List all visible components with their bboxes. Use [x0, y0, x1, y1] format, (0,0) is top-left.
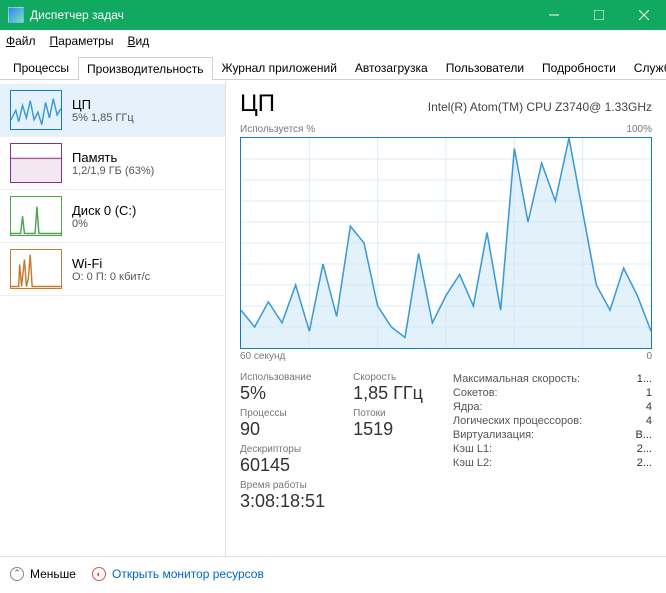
resource-monitor-icon: ◐: [92, 567, 106, 581]
processes-label: Процессы: [240, 408, 325, 419]
titlebar: Диспетчер задач: [0, 0, 666, 30]
chart-top-left-label: Используется %: [240, 124, 315, 135]
usage-label: Использование: [240, 372, 325, 383]
menubar: Файл Параметры Вид: [0, 30, 666, 52]
usage-value: 5%: [240, 383, 325, 404]
sidebar-mem-title: Память: [72, 150, 154, 165]
threads-value: 1519: [353, 419, 423, 440]
disk-spark-icon: [10, 196, 62, 236]
cores-value: 4: [634, 401, 652, 413]
close-button[interactable]: [621, 0, 666, 30]
handles-label: Дескрипторы: [240, 444, 325, 455]
stats-left: Использование 5% Скорость 1,85 ГГц Проце…: [240, 372, 423, 512]
chart-top-right-label: 100%: [626, 124, 652, 135]
stats-right: Максимальная скорость: 1... Сокетов: 1 Ядр…: [453, 372, 652, 512]
tab-users[interactable]: Пользователи: [437, 56, 533, 79]
statusbar: ⌃ Меньше ◐ Открыть монитор ресурсов: [0, 556, 666, 590]
memory-spark-icon: [10, 143, 62, 183]
handles-value: 60145: [240, 455, 325, 476]
cpu-usage-chart: [240, 137, 652, 349]
tab-performance[interactable]: Производительность: [78, 57, 212, 80]
chart-bottom-right-label: 0: [646, 351, 652, 362]
speed-value: 1,85 ГГц: [353, 383, 423, 404]
speed-label: Скорость: [353, 372, 423, 383]
sidebar-mem-sub: 1,2/1,9 ГБ (63%): [72, 165, 154, 177]
sidebar-item-disk[interactable]: Диск 0 (C:) 0%: [0, 190, 225, 243]
chevron-up-icon: ⌃: [10, 567, 24, 581]
l1-value: 2...: [634, 443, 652, 455]
l1-label: Кэш L1:: [453, 443, 492, 455]
fewer-label: Меньше: [30, 567, 76, 581]
l2-label: Кэш L2:: [453, 457, 492, 469]
uptime-value: 3:08:18:51: [240, 491, 325, 512]
sidebar-disk-title: Диск 0 (C:): [72, 203, 136, 218]
tab-app-history[interactable]: Журнал приложений: [213, 56, 346, 79]
tab-details[interactable]: Подробности: [533, 56, 625, 79]
sockets-value: 1: [634, 387, 652, 399]
cpu-spark-icon: [10, 90, 62, 130]
logical-label: Логических процессоров:: [453, 415, 582, 427]
wifi-spark-icon: [10, 249, 62, 289]
processes-value: 90: [240, 419, 325, 440]
tab-startup[interactable]: Автозагрузка: [346, 56, 437, 79]
maximize-button[interactable]: [576, 0, 621, 30]
sidebar-wifi-title: Wi-Fi: [72, 256, 150, 271]
cpu-model: Intel(R) Atom(TM) CPU Z3740@ 1.33GHz: [428, 100, 652, 114]
virt-value: В...: [634, 429, 652, 441]
page-title: ЦП: [240, 90, 275, 118]
sidebar-item-wifi[interactable]: Wi-Fi О: 0 П: 0 кбит/с: [0, 243, 225, 296]
sockets-label: Сокетов:: [453, 387, 498, 399]
sidebar-item-cpu[interactable]: ЦП 5% 1,85 ГГц: [0, 84, 225, 137]
virt-label: Виртуализация:: [453, 429, 534, 441]
logical-value: 4: [634, 415, 652, 427]
window-title: Диспетчер задач: [30, 8, 531, 22]
resource-monitor-label: Открыть монитор ресурсов: [112, 567, 264, 581]
tab-processes[interactable]: Процессы: [4, 56, 78, 79]
maxspeed-value: 1...: [634, 373, 652, 385]
app-icon: [8, 7, 24, 23]
l2-value: 2...: [634, 457, 652, 469]
menu-file[interactable]: Файл: [6, 34, 36, 48]
sidebar-cpu-sub: 5% 1,85 ГГц: [72, 112, 134, 124]
chart-bottom-left-label: 60 секунд: [240, 351, 285, 362]
cores-label: Ядра:: [453, 401, 483, 413]
uptime-label: Время работы: [240, 480, 325, 491]
sidebar-disk-sub: 0%: [72, 218, 136, 230]
sidebar-wifi-sub: О: 0 П: 0 кбит/с: [72, 271, 150, 283]
sidebar-item-memory[interactable]: Память 1,2/1,9 ГБ (63%): [0, 137, 225, 190]
tab-services[interactable]: Службы: [625, 56, 666, 79]
tabs: Процессы Производительность Журнал прило…: [0, 52, 666, 80]
menu-options[interactable]: Параметры: [50, 34, 114, 48]
menu-view[interactable]: Вид: [127, 34, 149, 48]
minimize-button[interactable]: [531, 0, 576, 30]
open-resource-monitor-link[interactable]: ◐ Открыть монитор ресурсов: [92, 567, 264, 581]
sidebar: ЦП 5% 1,85 ГГц Память 1,2/1,9 ГБ (63%) Д…: [0, 80, 226, 556]
main-panel: ЦП Intel(R) Atom(TM) CPU Z3740@ 1.33GHz …: [226, 80, 666, 556]
maxspeed-label: Максимальная скорость:: [453, 373, 580, 385]
fewer-details-button[interactable]: ⌃ Меньше: [10, 567, 76, 581]
threads-label: Потоки: [353, 408, 423, 419]
sidebar-cpu-title: ЦП: [72, 97, 134, 112]
